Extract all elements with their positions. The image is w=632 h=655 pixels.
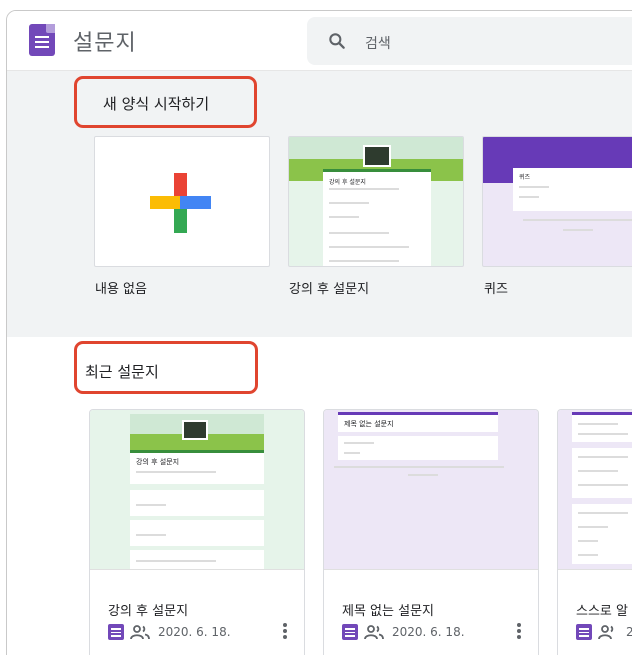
more-vert-icon[interactable]: [282, 622, 288, 640]
question-preview: [572, 448, 632, 498]
template-quiz[interactable]: 퀴즈: [482, 136, 632, 267]
shared-people-icon: [598, 625, 614, 640]
template-thumb-title: 강의 후 설문지: [329, 179, 366, 186]
recent-form-card[interactable]: 스스로 알 2: [557, 409, 632, 655]
top-bar: 설문지 검색: [7, 11, 632, 71]
search-icon: [329, 33, 345, 49]
card-thumb-title: 강의 후 설문지: [136, 458, 180, 466]
card-thumbnail: [558, 410, 632, 570]
recent-form-card[interactable]: 제목 없는 설문지 제목 없는 설문지 2020. 6. 18.: [323, 409, 539, 655]
card-thumbnail: 제목 없는 설문지: [324, 410, 538, 570]
card-date: 2: [626, 625, 632, 639]
template-label: 내용 없음: [95, 282, 147, 297]
card-thumbnail: 강의 후 설문지: [90, 410, 304, 570]
card-thumb-title: 제목 없는 설문지: [344, 420, 394, 428]
template-post-lecture[interactable]: 강의 후 설문지: [288, 136, 464, 267]
card-meta: 2020. 6. 18.: [108, 624, 231, 640]
recent-section-title: 최근 설문지: [85, 363, 159, 381]
form-preview: [572, 412, 632, 442]
question-preview: [130, 550, 264, 569]
recent-form-card[interactable]: 강의 후 설문지 강의 후 설문지 2020. 6. 18.: [89, 409, 305, 655]
template-blank[interactable]: [94, 136, 270, 267]
template-label: 퀴즈: [484, 282, 508, 297]
hikers-icon: [363, 145, 391, 167]
card-title: 스스로 알: [576, 604, 628, 619]
plus-icon-part: [180, 196, 211, 209]
quiz-thumb-title: 퀴즈: [519, 174, 531, 181]
card-meta: 2: [576, 624, 632, 640]
hikers-icon: [182, 420, 208, 440]
form-icon: [576, 624, 592, 640]
form-preview: 강의 후 설문지: [323, 169, 431, 266]
template-section-title: 새 양식 시작하기: [103, 95, 210, 113]
card-title: 제목 없는 설문지: [342, 604, 434, 619]
forms-app-icon[interactable]: [29, 24, 55, 56]
plus-icon-part: [150, 196, 180, 209]
search-input[interactable]: 검색: [365, 33, 391, 53]
quiz-preview: 퀴즈: [513, 165, 632, 211]
shared-people-icon: [130, 625, 150, 640]
card-title: 강의 후 설문지: [108, 604, 189, 619]
app-title: 설문지: [73, 31, 137, 56]
more-vert-icon[interactable]: [516, 622, 522, 640]
form-icon: [108, 624, 124, 640]
form-preview: 제목 없는 설문지: [338, 412, 498, 432]
question-preview: [130, 520, 264, 546]
template-label: 강의 후 설문지: [289, 282, 370, 297]
app-window: 설문지 검색 새 양식 시작하기 내용 없음 강의 후 설문지 강의 후 설문지…: [6, 10, 632, 655]
form-preview: 강의 후 설문지: [130, 450, 264, 484]
card-date: 2020. 6. 18.: [392, 625, 465, 639]
question-preview: [130, 490, 264, 516]
question-preview: [338, 436, 498, 460]
question-preview: [572, 504, 632, 564]
card-date: 2020. 6. 18.: [158, 625, 231, 639]
shared-people-icon: [364, 625, 384, 640]
search-bar[interactable]: 검색: [307, 17, 632, 65]
card-meta: 2020. 6. 18.: [342, 624, 465, 640]
form-icon: [342, 624, 358, 640]
